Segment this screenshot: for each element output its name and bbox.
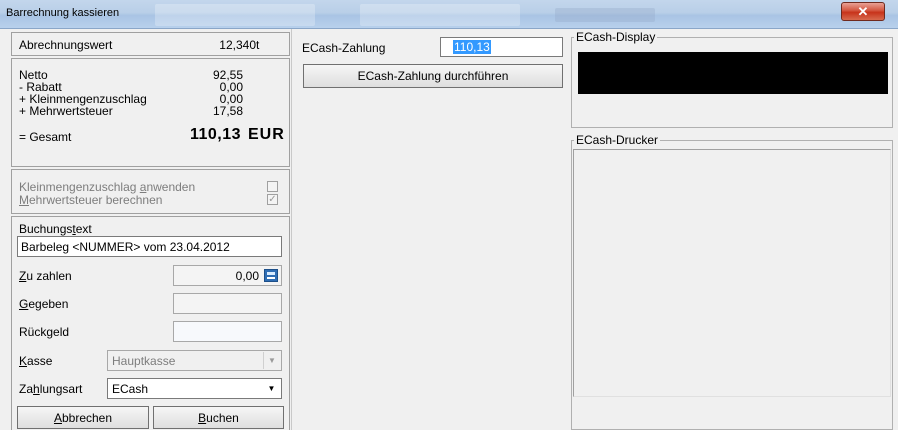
booking-box: Buchungstext Barbeleg <NUMMER> vom 23.04… <box>11 216 290 430</box>
ecash-display-legend: ECash-Display <box>574 30 658 44</box>
zahlungsart-label: Zahlungsart <box>19 382 83 396</box>
ecash-zahlung-input[interactable]: 110,13 <box>440 37 563 57</box>
options-box: Kleinmengenzuschlag anwenden Mehrwertste… <box>11 169 290 214</box>
gegeben-label: Gegeben <box>19 297 69 311</box>
zu-zahlen-field[interactable]: 0,00 <box>173 265 282 286</box>
mehrwertsteuer-berechnen-label: Mehrwertsteuer berechnen <box>19 193 163 207</box>
kasse-label: Kasse <box>19 354 53 368</box>
ecash-zahlung-label: ECash-Zahlung <box>302 41 386 55</box>
ecash-drucker-legend: ECash-Drucker <box>574 133 661 147</box>
close-button[interactable]: ✕ <box>841 2 885 21</box>
chevron-down-icon: ▼ <box>263 352 280 369</box>
ecash-drucker-group: ECash-Drucker <box>571 133 893 430</box>
ecash-panel: ECash-Zahlung 110,13 ECash-Zahlung durch… <box>291 29 567 430</box>
title-bar-glass <box>155 4 315 26</box>
dialog-client-area: Abrechnungswert 12,340 t Netto 92,55 - R… <box>0 29 898 430</box>
ecash-devices-panel: ECash-Display ECash-Drucker <box>567 29 898 430</box>
buchungstext-label: Buchungstext <box>19 222 92 236</box>
buchungstext-input[interactable]: Barbeleg <NUMMER> vom 23.04.2012 <box>17 236 282 257</box>
window-title: Barrechnung kassieren <box>6 7 120 19</box>
mehrwertsteuer-label: + Mehrwertsteuer <box>19 104 113 118</box>
rueckgeld-label: Rückgeld <box>19 325 70 339</box>
ecash-zahlung-durchfuehren-button[interactable]: ECash-Zahlung durchführen <box>303 64 563 88</box>
chevron-down-icon: ▼ <box>263 380 280 397</box>
gegeben-field[interactable] <box>173 293 282 314</box>
zahlungsart-select[interactable]: ECash ▼ <box>107 378 282 399</box>
gesamt-label: = Gesamt <box>19 130 72 144</box>
gesamt-currency: EUR <box>248 126 285 143</box>
kleinmengenzuschlag-checkbox[interactable] <box>267 181 278 192</box>
ecash-display-screen <box>578 52 888 94</box>
title-bar-glass <box>555 8 655 22</box>
abrechnungswert-box: Abrechnungswert 12,340 t <box>11 32 290 56</box>
close-icon: ✕ <box>857 3 869 19</box>
abbrechen-button[interactable]: Abbrechen <box>17 406 149 429</box>
abrechnungswert-unit: t <box>256 38 260 52</box>
abrechnungswert-value: 12,340 <box>219 38 256 52</box>
zu-zahlen-label: Zu zahlen <box>19 269 72 283</box>
kleinmengenzuschlag-anwenden-label: Kleinmengenzuschlag anwenden <box>19 180 196 194</box>
totals-box: Netto 92,55 - Rabatt 0,00 + Kleinmengenz… <box>11 58 290 167</box>
title-bar: Barrechnung kassieren ✕ <box>0 0 898 29</box>
mehrwertsteuer-checkbox[interactable]: ✓ <box>267 194 278 205</box>
mehrwertsteuer-value: 17,58 <box>212 104 243 118</box>
ecash-drucker-output <box>573 149 891 397</box>
title-bar-glass <box>360 4 520 26</box>
left-panel: Abrechnungswert 12,340 t Netto 92,55 - R… <box>7 32 290 430</box>
buchen-button[interactable]: Buchen <box>153 406 284 429</box>
kasse-select[interactable]: Hauptkasse ▼ <box>107 350 282 371</box>
rueckgeld-field <box>173 321 282 342</box>
calculator-icon[interactable] <box>264 269 278 282</box>
ecash-display-group: ECash-Display <box>571 30 893 128</box>
abrechnungswert-label: Abrechnungswert <box>19 38 113 52</box>
gesamt-value: 110,13 <box>189 126 241 143</box>
